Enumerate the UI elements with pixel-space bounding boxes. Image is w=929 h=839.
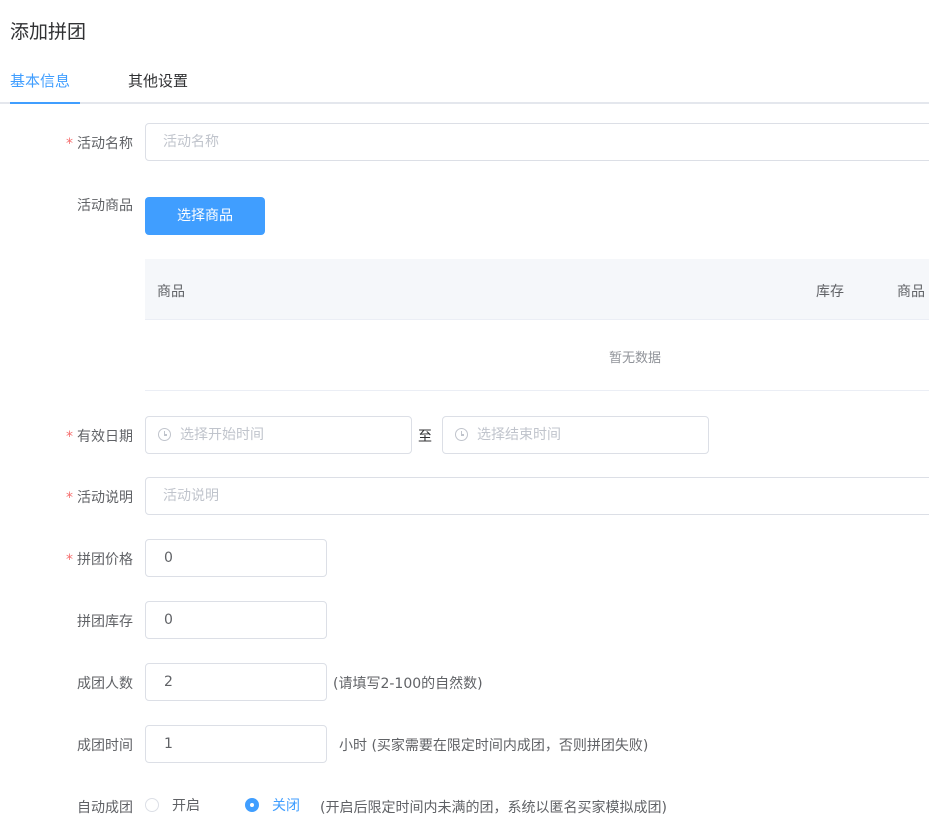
radio-label: 关闭 [272, 798, 300, 814]
activity-desc-placeholder: 活动说明 [163, 488, 219, 504]
group-time-hint: 小时 (买家需要在限定时间内成团，否则拼团失败) [339, 738, 649, 754]
column-header-goods: 商品 [157, 284, 185, 300]
auto-group-label: 自动成团 [77, 800, 133, 816]
tab-active-indicator [10, 102, 80, 104]
goods-table-header: 商品 库存 商品 [145, 259, 929, 320]
required-mark: * [66, 429, 73, 445]
date-range-separator: 至 [418, 429, 432, 445]
page-title: 添加拼团 [10, 21, 87, 43]
valid-date-label: * 有效日期 [66, 429, 133, 445]
group-time-input[interactable]: 1 [145, 725, 327, 763]
clock-icon [158, 428, 171, 441]
activity-desc-input[interactable]: 活动说明 [145, 477, 929, 515]
radio-label: 开启 [172, 798, 200, 814]
select-goods-button[interactable]: 选择商品 [145, 197, 265, 235]
activity-desc-label: * 活动说明 [66, 490, 133, 506]
end-date-placeholder: 选择结束时间 [477, 427, 561, 443]
clock-icon [455, 428, 468, 441]
group-stock-input[interactable]: 0 [145, 601, 327, 639]
group-price-input[interactable]: 0 [145, 539, 327, 577]
start-date-placeholder: 选择开始时间 [180, 427, 264, 443]
column-header-stock: 库存 [816, 284, 844, 300]
auto-group-off-radio[interactable]: 关闭 [245, 795, 300, 815]
required-mark: * [66, 552, 73, 568]
group-time-label: 成团时间 [77, 738, 133, 754]
tab-basic-info[interactable]: 基本信息 [10, 70, 70, 91]
required-mark: * [66, 136, 73, 152]
activity-name-placeholder: 活动名称 [163, 134, 219, 150]
column-header-goods-2: 商品 [897, 284, 925, 300]
group-stock-label: 拼团库存 [77, 614, 133, 630]
empty-text: 暂无数据 [608, 351, 661, 366]
group-size-hint: (请填写2-100的自然数) [333, 676, 483, 692]
auto-group-on-radio[interactable]: 开启 [145, 795, 200, 815]
group-price-label: * 拼团价格 [66, 552, 133, 568]
activity-goods-label: 活动商品 [77, 198, 133, 214]
activity-name-label: * 活动名称 [66, 136, 133, 152]
auto-group-hint: (开启后限定时间内未满的团，系统以匿名买家模拟成团) [320, 800, 667, 816]
end-date-input[interactable]: 选择结束时间 [442, 416, 709, 454]
group-size-label: 成团人数 [77, 676, 133, 692]
group-size-input[interactable]: 2 [145, 663, 327, 701]
goods-table: 商品 库存 商品 暂无数据 [145, 259, 929, 391]
tabs: 基本信息 其他设置 [0, 62, 929, 104]
radio-circle-icon [145, 798, 159, 812]
radio-circle-checked-icon [245, 798, 259, 812]
required-mark: * [66, 490, 73, 506]
start-date-input[interactable]: 选择开始时间 [145, 416, 412, 454]
activity-name-input[interactable]: 活动名称 [145, 123, 929, 161]
tab-other-settings[interactable]: 其他设置 [128, 70, 188, 91]
